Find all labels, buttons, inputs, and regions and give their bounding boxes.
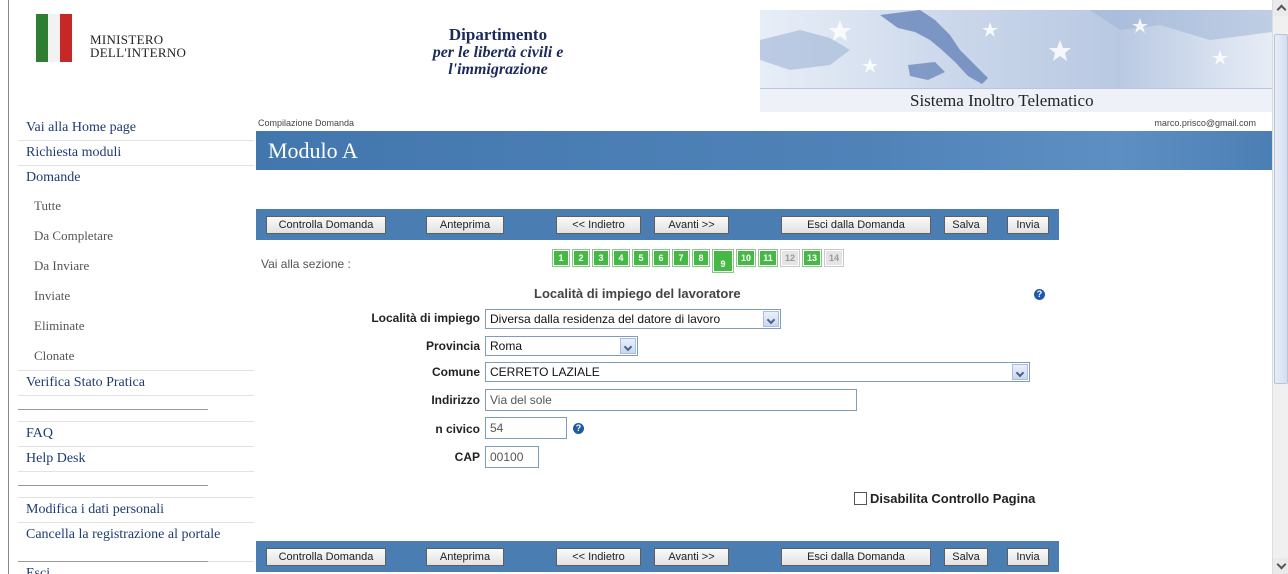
sidebar-item-faq[interactable]: FAQ (18, 422, 254, 447)
disabilita-checkbox[interactable] (854, 492, 867, 505)
step-5-button[interactable]: 5 (632, 249, 650, 267)
provincia-select[interactable]: Roma (485, 336, 638, 356)
provincia-selected-value: Roma (490, 339, 523, 353)
localita-label: Località di impiego (371, 311, 480, 325)
ministero-text: MINISTERO DELL'INTERNO (90, 33, 186, 59)
sidebar-item-tutte[interactable]: Tutte (18, 191, 254, 221)
step-10-button[interactable]: 10 (736, 249, 756, 267)
scroll-up-icon[interactable] (1273, 0, 1288, 16)
controlla-domanda-button[interactable]: Controlla Domanda (266, 216, 386, 234)
step-8-button[interactable]: 8 (692, 249, 710, 267)
salva-button[interactable]: Salva (944, 216, 988, 234)
step-3-button[interactable]: 3 (592, 249, 610, 267)
step-4-button[interactable]: 4 (612, 249, 630, 267)
ministero-line2: DELL'INTERNO (90, 45, 187, 60)
sidebar-separator (18, 396, 254, 422)
scroll-down-icon[interactable] (1273, 558, 1288, 574)
provincia-label: Provincia (425, 339, 480, 353)
flag-red-stripe (60, 14, 72, 62)
chevron-down-icon (1012, 364, 1028, 380)
dept-line1: Dipartimento (448, 25, 548, 44)
localita-select[interactable]: Diversa dalla residenza del datore di la… (485, 309, 781, 329)
step-11-button[interactable]: 11 (758, 249, 778, 267)
sidebar-item-help-desk[interactable]: Help Desk (18, 447, 254, 472)
map-illustration (760, 10, 1272, 84)
user-email: marco.prisco@gmail.com (1154, 118, 1256, 128)
system-title: Sistema Inoltro Telematico (760, 88, 1272, 112)
breadcrumb: Compilazione Domanda (258, 118, 355, 128)
step-6-button[interactable]: 6 (652, 249, 670, 267)
help-icon[interactable]: ? (1034, 289, 1045, 300)
flag-green-stripe (36, 14, 48, 62)
sidebar-item-richiesta-moduli[interactable]: Richiesta moduli (18, 141, 254, 166)
indirizzo-label: Indirizzo (431, 393, 480, 407)
dept-line3: l'immigrazione (448, 61, 548, 78)
sidebar-item-verifica-stato[interactable]: Verifica Stato Pratica (18, 371, 254, 396)
sidebar-item-domande[interactable]: Domande (18, 166, 254, 191)
sidebar: Vai alla Home page Richiesta moduli Doma… (18, 116, 254, 574)
sidebar-item-clonate[interactable]: Clonate (18, 341, 254, 371)
comune-label: Comune (432, 365, 480, 379)
sidebar-item-inviate[interactable]: Inviate (18, 281, 254, 311)
localita-selected-value: Diversa dalla residenza del datore di la… (490, 312, 721, 326)
step-13-button[interactable]: 13 (802, 249, 822, 267)
invia-button[interactable]: Invia (1007, 216, 1049, 234)
vertical-scrollbar[interactable] (1272, 0, 1288, 574)
step-7-button[interactable]: 7 (672, 249, 690, 267)
controlla-domanda-button[interactable]: Controlla Domanda (266, 548, 386, 566)
invia-button[interactable]: Invia (1007, 548, 1049, 566)
sidebar-item-eliminate[interactable]: Eliminate (18, 311, 254, 341)
cap-label: CAP (454, 450, 480, 464)
page-title-bar: Modulo A (256, 131, 1272, 170)
section-title: Località di impiego del lavoratore (534, 286, 741, 301)
scroll-thumb[interactable] (1274, 34, 1288, 384)
step-1-button[interactable]: 1 (552, 249, 570, 267)
chevron-down-icon (763, 311, 779, 327)
chevron-down-icon (620, 338, 636, 354)
step-14-button[interactable]: 14 (824, 249, 844, 267)
site-header: MINISTERO DELL'INTERNO Dipartimento per … (0, 0, 1272, 116)
comune-select[interactable]: CERRETO LAZIALE (485, 362, 1030, 382)
sidebar-item-cancella-registrazione[interactable]: Cancella la registrazione al portale (18, 523, 254, 548)
europe-map-banner (760, 10, 1272, 88)
page-title: Modulo A (268, 138, 358, 163)
step-2-button[interactable]: 2 (572, 249, 590, 267)
sidebar-separator (18, 548, 254, 562)
sidebar-item-esci[interactable]: Esci (18, 562, 254, 574)
indietro-button[interactable]: << Indietro (556, 216, 641, 234)
sidebar-item-modifica-dati[interactable]: Modifica i dati personali (18, 498, 254, 523)
help-icon[interactable]: ? (573, 423, 584, 434)
salva-button[interactable]: Salva (944, 548, 988, 566)
civico-label: n civico (435, 422, 480, 436)
anteprima-button[interactable]: Anteprima (426, 548, 504, 566)
civico-input[interactable]: 54 (485, 417, 567, 439)
sidebar-separator (18, 472, 254, 498)
anteprima-button[interactable]: Anteprima (426, 216, 504, 234)
avanti-button[interactable]: Avanti >> (654, 548, 729, 566)
toolbar-top: Controlla Domanda Anteprima << Indietro … (256, 209, 1059, 240)
indietro-button[interactable]: << Indietro (556, 548, 641, 566)
department-title: Dipartimento per le libertà civili e l'i… (378, 25, 618, 79)
vai-alla-sezione-label: Vai alla sezione : (261, 257, 351, 271)
disabilita-label: Disabilita Controllo Pagina (870, 491, 1036, 506)
step-9-button[interactable]: 9 (712, 249, 734, 273)
cap-input[interactable]: 00100 (485, 446, 539, 468)
avanti-button[interactable]: Avanti >> (654, 216, 729, 234)
dept-line2: per le libertà civili e (432, 44, 564, 61)
sidebar-item-da-inviare[interactable]: Da Inviare (18, 251, 254, 281)
toolbar-bottom: Controlla Domanda Anteprima << Indietro … (256, 541, 1059, 572)
flag-white-stripe (48, 14, 60, 62)
comune-selected-value: CERRETO LAZIALE (490, 365, 600, 379)
ministero-logo[interactable]: MINISTERO DELL'INTERNO (36, 14, 226, 66)
step-12-button[interactable]: 12 (780, 249, 800, 267)
esci-domanda-button[interactable]: Esci dalla Domanda (781, 548, 931, 566)
indirizzo-input[interactable]: Via del sole (485, 389, 857, 411)
sidebar-item-da-completare[interactable]: Da Completare (18, 221, 254, 251)
esci-domanda-button[interactable]: Esci dalla Domanda (781, 216, 931, 234)
sidebar-item-home[interactable]: Vai alla Home page (18, 116, 254, 141)
